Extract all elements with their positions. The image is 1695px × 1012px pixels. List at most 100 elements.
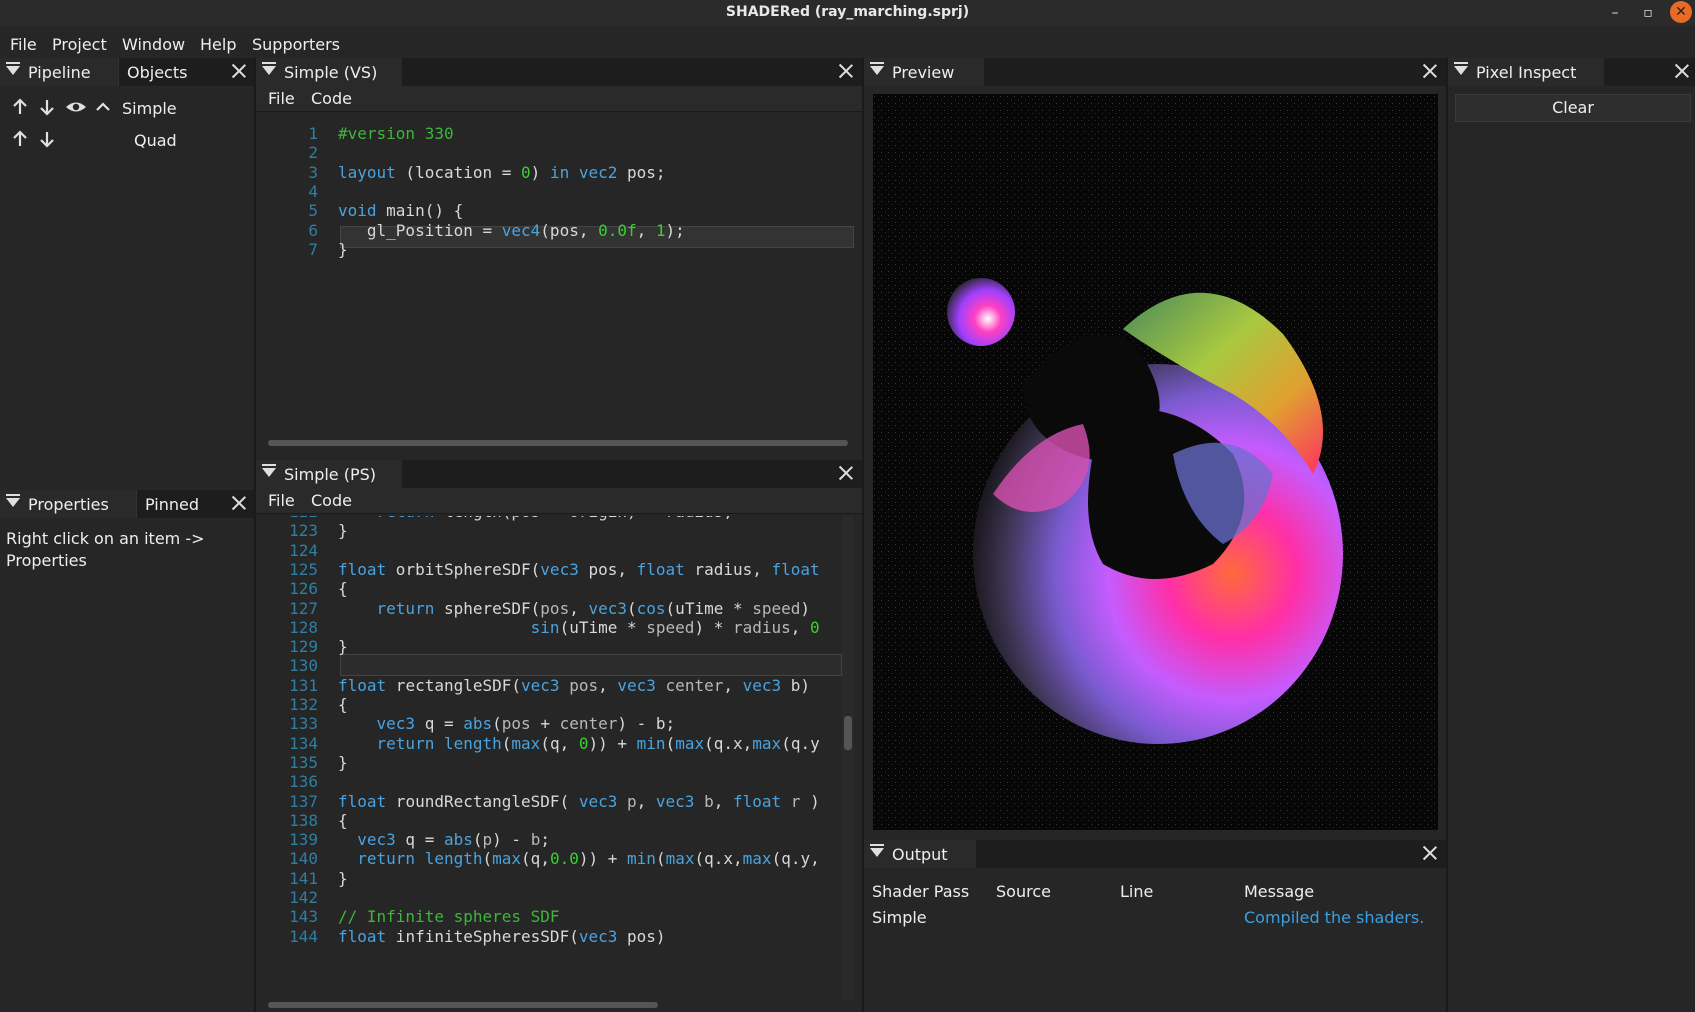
tab-preview[interactable]: Preview: [864, 58, 984, 86]
code-line[interactable]: 143 // Infinite spheres SDF: [256, 907, 862, 927]
move-up-icon[interactable]: [11, 98, 29, 116]
visibility-eye-icon[interactable]: [65, 98, 87, 116]
code-text: return length(max(q,0.0)) + min(max(q.x,…: [338, 849, 820, 869]
menu-file[interactable]: File: [10, 35, 37, 54]
tab-pinned[interactable]: Pinned: [136, 490, 226, 518]
ps-menu-code[interactable]: Code: [311, 491, 352, 510]
tab-properties[interactable]: Properties: [0, 490, 136, 518]
vs-menu-code[interactable]: Code: [311, 89, 352, 108]
menu-window[interactable]: Window: [122, 35, 185, 54]
code-line[interactable]: 123}: [256, 521, 862, 541]
ray-marched-spheres-image: [873, 94, 1438, 830]
code-text: {: [338, 695, 348, 714]
close-panel-icon[interactable]: [229, 493, 249, 513]
horizontal-scrollbar[interactable]: [268, 440, 848, 446]
tab-simple-ps[interactable]: Simple (PS): [256, 460, 402, 488]
window-title: SHADERed (ray_marching.sprj): [725, 4, 970, 20]
menu-project[interactable]: Project: [52, 35, 107, 54]
code-line[interactable]: 139 vec3 q = abs(p) - b;: [256, 830, 862, 850]
vs-menu-file[interactable]: File: [268, 89, 295, 108]
code-line[interactable]: 135}: [256, 753, 862, 773]
code-line[interactable]: 4: [256, 182, 862, 202]
code-line[interactable]: 125 float orbitSphereSDF(vec3 pos, float …: [256, 560, 862, 580]
code-line[interactable]: 133 vec3 q = abs(pos + center) - b;: [256, 714, 862, 734]
code-line[interactable]: 144 float infiniteSpheresSDF(vec3 pos): [256, 927, 862, 947]
code-line[interactable]: 127 return sphereSDF(pos, vec3(cos(uTime…: [256, 599, 862, 619]
code-line[interactable]: 1 #version 330: [256, 124, 862, 144]
collapse-triangle-icon[interactable]: [870, 62, 884, 75]
pipeline-item-quad[interactable]: Quad: [134, 131, 177, 150]
minimize-button[interactable]: –: [1605, 3, 1625, 23]
ps-code-area[interactable]: 122 return length(pos + origin) - radius…: [256, 516, 862, 1000]
code-line[interactable]: 140 return length(max(q,0.0)) + min(max(…: [256, 849, 862, 869]
code-text: vec3 q = abs(pos + center) - b;: [376, 714, 676, 734]
tab-pixel-inspect-label: Pixel Inspect: [1476, 63, 1577, 82]
code-line[interactable]: 6 gl_Position = vec4(pos, 0.0f, 1);: [256, 221, 862, 241]
menu-supporters[interactable]: Supporters: [252, 35, 340, 54]
menu-help[interactable]: Help: [200, 35, 236, 54]
output-tabbar: Output: [864, 840, 1446, 868]
code-line[interactable]: 128 sin(uTime * speed) * radius, 0: [256, 618, 862, 638]
vertical-scrollbar-thumb[interactable]: [844, 716, 852, 750]
collapse-triangle-icon[interactable]: [6, 62, 20, 75]
collapse-triangle-icon[interactable]: [262, 62, 276, 75]
maximize-button[interactable]: ▫: [1638, 3, 1658, 23]
collapse-chevron-up-icon[interactable]: [94, 98, 112, 116]
move-down-icon[interactable]: [38, 98, 56, 116]
output-row-shader-pass[interactable]: Simple: [872, 908, 927, 927]
line-number: 132: [289, 695, 318, 714]
horizontal-scrollbar[interactable]: [268, 1002, 658, 1008]
collapse-triangle-icon[interactable]: [262, 464, 276, 477]
output-panel: Output Shader Pass Source Line Message S…: [864, 840, 1446, 1012]
code-line[interactable]: 131 float rectangleSDF(vec3 pos, vec3 cen…: [256, 676, 862, 696]
code-line[interactable]: 137 float roundRectangleSDF( vec3 p, vec3…: [256, 792, 862, 812]
code-line[interactable]: 2: [256, 143, 862, 163]
pipeline-item-simple[interactable]: Simple: [122, 99, 177, 118]
tab-pixel-inspect[interactable]: Pixel Inspect: [1448, 58, 1604, 86]
close-window-button[interactable]: ✕: [1670, 1, 1692, 23]
code-text: {: [338, 810, 348, 830]
collapse-triangle-icon[interactable]: [1454, 62, 1468, 75]
tab-output[interactable]: Output: [864, 840, 976, 868]
ps-menu-file[interactable]: File: [268, 491, 295, 510]
tab-simple-vs-label: Simple (VS): [284, 63, 378, 82]
vertical-scrollbar-track[interactable]: [842, 516, 854, 1000]
close-panel-icon[interactable]: [229, 61, 249, 81]
tab-objects[interactable]: Objects: [118, 58, 214, 86]
vs-tabbar: Simple (VS): [256, 58, 862, 86]
close-panel-icon[interactable]: [1420, 61, 1440, 81]
tab-simple-vs[interactable]: Simple (VS): [256, 58, 402, 86]
collapse-triangle-icon[interactable]: [870, 844, 884, 857]
code-line[interactable]: 138 {: [256, 811, 862, 831]
close-panel-icon[interactable]: [1420, 843, 1440, 863]
code-line[interactable]: 141}: [256, 869, 862, 889]
shader-preview-canvas[interactable]: [873, 94, 1438, 830]
clear-button[interactable]: Clear: [1455, 94, 1691, 122]
move-up-icon[interactable]: [11, 130, 29, 148]
code-line[interactable]: 134 return length(max(q, 0)) + min(max(q…: [256, 734, 862, 754]
code-line[interactable]: 136: [256, 772, 862, 792]
code-line[interactable]: 124: [256, 541, 862, 561]
close-panel-icon[interactable]: [836, 463, 856, 483]
code-line[interactable]: 5 void main() {: [256, 201, 862, 221]
code-line[interactable]: 7}: [256, 240, 862, 260]
code-text: return sphereSDF(pos, vec3(cos(uTime * s…: [338, 598, 811, 618]
close-panel-icon[interactable]: [1672, 61, 1692, 81]
code-line[interactable]: 132 {: [256, 695, 862, 715]
code-text: {: [338, 579, 348, 599]
close-panel-icon[interactable]: [836, 61, 856, 81]
vs-code-area[interactable]: 1 #version 330 2 3 layout (location = 0) in …: [256, 124, 862, 444]
line-number: 129: [289, 637, 318, 657]
tab-pipeline[interactable]: Pipeline: [0, 58, 118, 86]
code-line[interactable]: 142: [256, 888, 862, 908]
code-line[interactable]: 3 layout (location = 0) in vec2 pos;: [256, 163, 862, 183]
line-number: 137: [289, 791, 318, 811]
code-line[interactable]: 129}: [256, 637, 862, 657]
code-line[interactable]: 130: [256, 656, 862, 676]
move-down-icon[interactable]: [38, 130, 56, 148]
menu-bar: File Project Window Help Supporters: [0, 28, 1695, 57]
ps-editor-menu: File Code: [256, 488, 862, 514]
collapse-triangle-icon[interactable]: [6, 494, 20, 507]
output-row-message[interactable]: Compiled the shaders.: [1244, 908, 1424, 927]
code-line[interactable]: 126 {: [256, 579, 862, 599]
